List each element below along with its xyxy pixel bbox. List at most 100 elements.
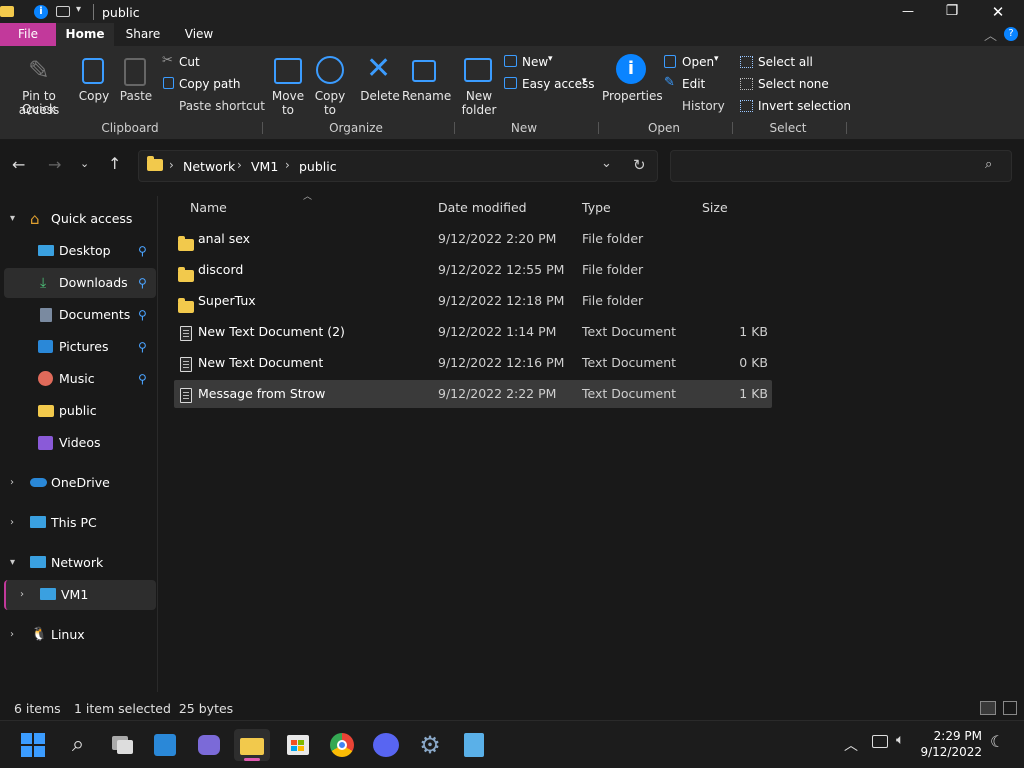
clock-date[interactable]: 9/12/2022 xyxy=(920,745,982,759)
column-header-size[interactable]: Size xyxy=(702,200,728,215)
breadcrumb-network[interactable]: Network xyxy=(183,159,235,174)
teams-chat-icon[interactable] xyxy=(194,729,226,761)
move-to-button[interactable]: Move to xyxy=(270,54,306,118)
sidebar-item-label: VM1 xyxy=(61,587,89,602)
volume-icon[interactable]: 🔈︎ xyxy=(896,732,904,748)
pin-icon[interactable]: ⚲ xyxy=(138,332,147,362)
table-row[interactable]: discord 9/12/2022 12:55 PM File folder xyxy=(174,256,772,284)
discord-icon[interactable] xyxy=(370,729,402,761)
new-folder-quick-icon[interactable] xyxy=(56,6,70,17)
tab-share[interactable]: Share xyxy=(116,23,170,46)
address-history-chevron-icon[interactable]: ⌄ xyxy=(601,156,612,171)
forward-arrow-icon[interactable]: → xyxy=(48,155,61,174)
network-status-icon[interactable] xyxy=(872,735,888,748)
sidebar-item-pictures[interactable]: Pictures ⚲ xyxy=(0,332,156,362)
sidebar-item-quick-access[interactable]: ▾ ⌂ Quick access xyxy=(0,204,156,234)
show-hidden-icons-chevron-icon[interactable]: ︿ xyxy=(844,735,858,755)
details-view-icon[interactable] xyxy=(980,701,996,715)
notepad-icon[interactable] xyxy=(458,729,490,761)
sidebar-item-vm1[interactable]: › VM1 xyxy=(4,580,156,610)
properties-quick-icon[interactable]: i xyxy=(34,5,48,19)
pin-icon[interactable]: ⚲ xyxy=(138,236,147,266)
column-header-date[interactable]: Date modified xyxy=(438,200,527,215)
chrome-icon[interactable] xyxy=(326,729,358,761)
copy-to-button[interactable]: Copy to xyxy=(312,54,348,118)
group-select: Select xyxy=(769,121,807,135)
select-all-label: Select all xyxy=(758,55,813,69)
start-windows-icon[interactable] xyxy=(18,729,50,761)
file-type: Text Document xyxy=(582,386,677,401)
up-arrow-icon[interactable]: ↑ xyxy=(108,154,121,173)
tab-home[interactable]: Home xyxy=(56,23,114,46)
pin-to-quick-access-button[interactable]: ✎ Pin to Quick access xyxy=(4,54,74,117)
copy-button[interactable]: Copy xyxy=(76,54,112,104)
large-icons-view-icon[interactable] xyxy=(1003,701,1017,715)
rename-label: Rename xyxy=(402,89,452,103)
properties-button[interactable]: i Properties xyxy=(602,54,663,118)
table-row-selected[interactable]: Message from Strow 9/12/2022 2:22 PM Tex… xyxy=(174,380,772,408)
new-folder-button[interactable]: New folder xyxy=(458,54,500,118)
sidebar-item-onedrive[interactable]: › OneDrive xyxy=(0,468,156,498)
sidebar-item-this-pc[interactable]: › This PC xyxy=(0,508,156,538)
table-row[interactable]: New Text Document (2) 9/12/2022 1:14 PM … xyxy=(174,318,772,346)
pin-icon[interactable]: ⚲ xyxy=(138,268,147,298)
file-name: discord xyxy=(198,262,244,277)
breadcrumb-public[interactable]: public xyxy=(299,159,337,174)
column-header-name[interactable]: Name xyxy=(190,200,227,215)
properties-label: Properties xyxy=(602,89,663,103)
sidebar-item-downloads[interactable]: ⤓ Downloads ⚲ xyxy=(4,268,156,298)
tab-file[interactable]: File xyxy=(0,23,56,46)
paste-button[interactable]: Paste xyxy=(118,54,154,104)
close-button[interactable]: ✕ xyxy=(986,3,1010,21)
microsoft-store-icon[interactable] xyxy=(282,729,314,761)
rename-button[interactable]: Rename xyxy=(402,54,452,104)
file-name: Message from Strow xyxy=(198,386,326,401)
sidebar-item-desktop[interactable]: Desktop ⚲ xyxy=(0,236,156,266)
clock-time[interactable]: 2:29 PM xyxy=(926,729,982,743)
widgets-icon[interactable] xyxy=(150,729,182,761)
task-view-icon[interactable] xyxy=(106,729,138,761)
expand-chevron-icon[interactable]: › xyxy=(10,468,14,498)
recent-locations-chevron-icon[interactable]: ⌄ xyxy=(80,157,89,170)
table-row[interactable]: SuperTux 9/12/2022 12:18 PM File folder xyxy=(174,287,772,315)
breadcrumb-vm1[interactable]: VM1 xyxy=(251,159,278,174)
expand-chevron-icon[interactable]: › xyxy=(10,620,14,650)
new-folder-icon xyxy=(464,58,492,82)
delete-button[interactable]: ✕ Delete xyxy=(360,52,400,118)
file-explorer-icon[interactable] xyxy=(234,729,270,761)
sidebar-item-videos[interactable]: Videos xyxy=(0,428,156,458)
expand-chevron-icon[interactable]: ▾ xyxy=(10,204,15,234)
collapse-ribbon-chevron-icon[interactable]: ︿ xyxy=(984,25,997,44)
open-chevron-icon: ▾ xyxy=(714,54,719,64)
table-row[interactable]: anal sex 9/12/2022 2:20 PM File folder xyxy=(174,225,772,253)
table-row[interactable]: New Text Document 9/12/2022 12:16 PM Tex… xyxy=(174,349,772,377)
notifications-moon-icon[interactable]: ☾ xyxy=(990,732,1004,751)
customize-toolbar-chevron-icon[interactable]: ▾ xyxy=(76,4,81,15)
sidebar-item-label: Desktop xyxy=(59,243,111,258)
tab-view[interactable]: View xyxy=(172,23,226,46)
sidebar-item-music[interactable]: Music ⚲ xyxy=(0,364,156,394)
search-box[interactable]: ⌕ xyxy=(670,150,1012,182)
pin-icon[interactable]: ⚲ xyxy=(138,300,147,330)
settings-gear-icon[interactable]: ⚙ xyxy=(414,729,446,761)
minimize-button[interactable]: — xyxy=(896,4,920,18)
expand-chevron-icon[interactable]: ▾ xyxy=(10,548,15,578)
file-date: 9/12/2022 2:22 PM xyxy=(438,386,557,401)
sidebar-item-documents[interactable]: Documents ⚲ xyxy=(0,300,156,330)
back-arrow-icon[interactable]: ← xyxy=(12,155,25,174)
column-header-type[interactable]: Type xyxy=(582,200,611,215)
item-count: 6 items xyxy=(14,701,61,716)
expand-chevron-icon[interactable]: › xyxy=(10,508,14,538)
maximize-button[interactable]: ❐ xyxy=(940,3,964,19)
help-icon[interactable]: ? xyxy=(1004,27,1018,41)
refresh-icon[interactable]: ↻ xyxy=(633,156,646,174)
window-title: public xyxy=(102,5,140,20)
sidebar-item-linux[interactable]: › 🐧 Linux xyxy=(0,620,156,650)
pin-icon[interactable]: ⚲ xyxy=(138,364,147,394)
expand-chevron-icon[interactable]: › xyxy=(20,580,24,610)
breadcrumb-separator: › xyxy=(169,158,174,172)
search-icon[interactable]: ⌕ xyxy=(62,729,94,761)
sidebar-item-network[interactable]: ▾ Network xyxy=(0,548,156,578)
sidebar-item-public[interactable]: public xyxy=(0,396,156,426)
address-bar[interactable]: › Network › VM1 › public ⌄ ↻ xyxy=(138,150,658,182)
